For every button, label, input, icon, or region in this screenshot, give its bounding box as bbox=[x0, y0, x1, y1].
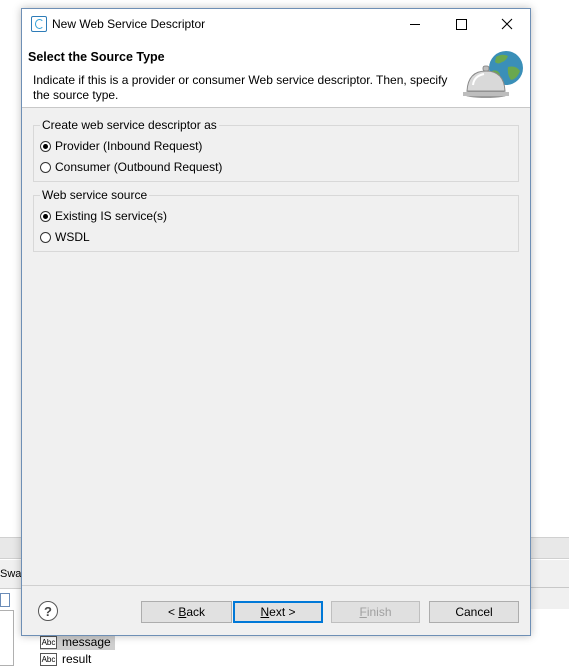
consumer-radio-label[interactable]: Consumer (Outbound Request) bbox=[55, 160, 222, 174]
web-service-source-legend: Web service source bbox=[40, 188, 150, 202]
finish-button-label: inish bbox=[366, 605, 392, 619]
existing-is-service-radio-option[interactable]: Existing IS service(s) bbox=[40, 209, 167, 223]
back-button-prefix: < bbox=[167, 605, 179, 619]
background-list-item-label: message bbox=[62, 635, 111, 649]
app-icon bbox=[31, 16, 47, 32]
finish-button-mnemonic: F bbox=[359, 605, 367, 619]
help-icon[interactable]: ? bbox=[38, 601, 58, 621]
new-web-service-descriptor-dialog: New Web Service Descriptor Select the So… bbox=[21, 8, 531, 636]
service-bell-globe-icon bbox=[463, 51, 523, 98]
background-list-item[interactable]: Abc result bbox=[40, 651, 91, 667]
wizard-header: Select the Source Type Indicate if this … bbox=[22, 39, 530, 108]
close-button[interactable] bbox=[484, 9, 530, 39]
background-tree-panel bbox=[0, 610, 14, 666]
next-button-label: ext > bbox=[269, 605, 296, 619]
back-button-mnemonic: B bbox=[178, 605, 187, 619]
close-icon bbox=[501, 18, 513, 30]
provider-radio-label[interactable]: Provider (Inbound Request) bbox=[55, 139, 202, 153]
wsdl-radio-option[interactable]: WSDL bbox=[40, 230, 90, 244]
string-type-icon: Abc bbox=[40, 635, 57, 649]
next-button-mnemonic: N bbox=[260, 605, 270, 619]
next-button[interactable]: Next > bbox=[233, 601, 323, 623]
finish-button[interactable]: Finish bbox=[331, 601, 420, 623]
existing-is-service-radio-label[interactable]: Existing IS service(s) bbox=[55, 209, 167, 223]
minimize-icon bbox=[410, 23, 420, 25]
background-list-item[interactable]: Abc message bbox=[40, 634, 115, 650]
provider-radio-button[interactable] bbox=[40, 140, 51, 152]
maximize-button[interactable] bbox=[438, 9, 484, 39]
descriptor-type-group: Create web service descriptor as Provide… bbox=[33, 118, 519, 182]
consumer-radio-button[interactable] bbox=[40, 161, 51, 173]
cancel-button[interactable]: Cancel bbox=[429, 601, 519, 623]
descriptor-type-legend: Create web service descriptor as bbox=[40, 118, 219, 132]
page-title: Select the Source Type bbox=[28, 50, 165, 64]
cancel-button-label: Cancel bbox=[455, 605, 493, 619]
maximize-icon bbox=[455, 18, 467, 30]
provider-radio-option[interactable]: Provider (Inbound Request) bbox=[40, 139, 202, 153]
wsdl-radio-button[interactable] bbox=[40, 231, 51, 243]
background-panel-edge bbox=[531, 587, 569, 609]
footer-divider bbox=[22, 585, 530, 586]
back-button-label: ack bbox=[186, 605, 206, 619]
background-tab-label[interactable]: Swa bbox=[0, 568, 21, 580]
consumer-radio-option[interactable]: Consumer (Outbound Request) bbox=[40, 160, 222, 174]
wsdl-radio-label[interactable]: WSDL bbox=[55, 230, 90, 244]
window-title: New Web Service Descriptor bbox=[52, 17, 206, 31]
title-bar[interactable]: New Web Service Descriptor bbox=[22, 9, 530, 39]
existing-is-service-radio-button[interactable] bbox=[40, 210, 51, 222]
page-description: Indicate if this is a provider or consum… bbox=[33, 73, 448, 102]
background-document-icon[interactable] bbox=[0, 593, 10, 607]
minimize-button[interactable] bbox=[392, 9, 438, 39]
web-service-source-group: Web service source Existing IS service(s… bbox=[33, 188, 519, 252]
back-button[interactable]: < Back bbox=[141, 601, 232, 623]
